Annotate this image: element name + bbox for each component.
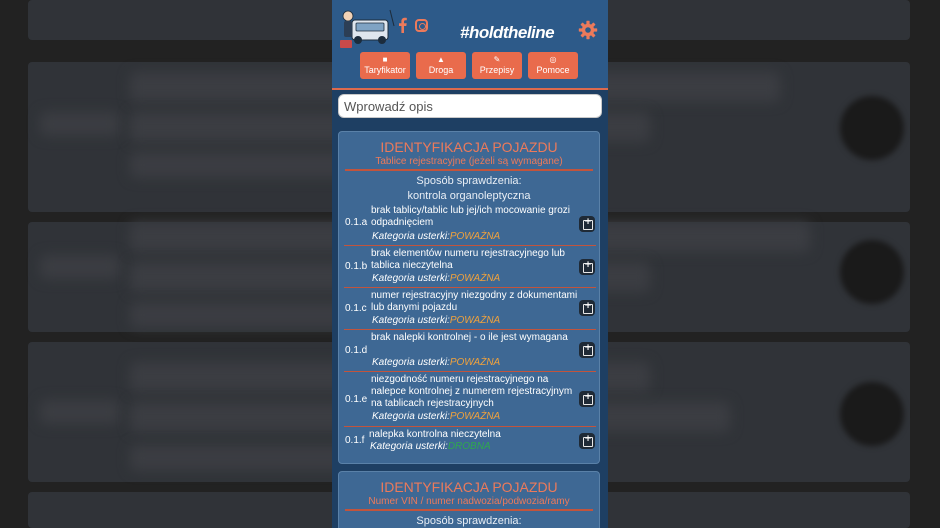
nav-pomoce-button[interactable]: ◎ Pomoce <box>528 52 578 79</box>
defect-category: Kategoria usterki:DROBNA <box>370 441 491 452</box>
severity-value: POWAŻNA <box>449 357 501 368</box>
section-card: IDENTYFIKACJA POJAZDU Tablice rejestracy… <box>338 131 600 464</box>
category-label: Kategoria usterki: <box>372 357 450 368</box>
app-panel: #holdtheline ■ Taryfikator ▲ Droga ✎ Prz… <box>332 0 608 528</box>
method-label: Sposób sprawdzenia: <box>416 175 522 187</box>
defect-category: Kategoria usterki:POWAŻNA <box>372 411 500 422</box>
section-subtitle: Numer VIN / numer nadwozia/podwozia/ramy <box>368 496 570 507</box>
category-label: Kategoria usterki: <box>372 231 450 242</box>
severity-value: POWAŻNA <box>449 315 501 326</box>
defect-code: 0.1.b <box>345 261 368 272</box>
section-title: IDENTYFIKACJA POJAZDU <box>380 139 558 155</box>
add-defect-button[interactable] <box>579 342 595 358</box>
add-defect-button[interactable] <box>579 216 595 232</box>
lifebuoy-icon: ◎ <box>549 55 557 64</box>
instagram-icon[interactable] <box>415 19 428 32</box>
section-title: IDENTYFIKACJA POJAZDU <box>380 479 558 495</box>
gear-icon[interactable] <box>578 20 598 40</box>
method-label: Sposób sprawdzenia: <box>416 515 522 527</box>
hashtag-title: #holdtheline <box>460 23 555 42</box>
divider <box>345 169 593 171</box>
section-card: IDENTYFIKACJA POJAZDU Numer VIN / numer … <box>338 471 600 528</box>
divider <box>345 509 593 511</box>
defect-category: Kategoria usterki:POWAŻNA <box>372 315 500 326</box>
defect-description: niezgodność numeru rejestracyjnego na na… <box>371 374 573 409</box>
briefcase-icon: ■ <box>382 55 388 64</box>
defect-item: 0.1.b brak elementów numeru rejestracyjn… <box>344 246 596 288</box>
defect-item: 0.1.e niezgodność numeru rejestracyjnego… <box>344 372 596 427</box>
category-label: Kategoria usterki: <box>372 411 450 422</box>
defect-category: Kategoria usterki:POWAŻNA <box>372 231 500 242</box>
defect-code: 0.1.d <box>345 345 368 356</box>
defect-item: 0.1.c numer rejestracyjny niezgodny z do… <box>344 288 596 330</box>
road-icon: ▲ <box>437 55 445 64</box>
nav-droga-button[interactable]: ▲ Droga <box>416 52 466 79</box>
defect-code: 0.1.f <box>345 435 365 446</box>
nav-taryfikator-button[interactable]: ■ Taryfikator <box>360 52 410 79</box>
defect-code: 0.1.c <box>345 303 367 314</box>
defect-description: numer rejestracyjny niezgodny z dokument… <box>371 290 578 313</box>
defect-item: 0.1.a brak tablicy/tablic lub jej/ich mo… <box>344 204 596 246</box>
search-box <box>338 94 602 118</box>
inspector-logo <box>340 9 395 48</box>
nav-label: Pomoce <box>536 65 570 75</box>
defect-category: Kategoria usterki:POWAŻNA <box>372 273 500 284</box>
nav-przepisy-button[interactable]: ✎ Przepisy <box>472 52 522 79</box>
add-defect-button[interactable] <box>579 300 595 316</box>
defect-description: brak tablicy/tablic lub jej/ich mocowani… <box>371 205 570 228</box>
add-defect-button[interactable] <box>579 391 595 407</box>
nav-label: Przepisy <box>479 65 515 75</box>
severity-value: DROBNA <box>447 441 491 452</box>
defect-category: Kategoria usterki:POWAŻNA <box>372 357 500 368</box>
add-defect-button[interactable] <box>579 433 595 449</box>
nav-label: Droga <box>428 65 454 75</box>
facebook-icon[interactable] <box>398 17 407 33</box>
nav-buttons: ■ Taryfikator ▲ Droga ✎ Przepisy ◎ Pomoc… <box>360 52 578 79</box>
defect-description: brak elementów numeru rejestracyjnego lu… <box>371 248 565 271</box>
app-header: #holdtheline ■ Taryfikator ▲ Droga ✎ Prz… <box>332 0 608 90</box>
section-subtitle: Tablice rejestracyjne (jeżeli są wymagan… <box>375 156 563 167</box>
severity-value: POWAŻNA <box>449 411 501 422</box>
search-input[interactable] <box>339 95 601 117</box>
defect-code: 0.1.e <box>345 394 368 405</box>
defect-description: nalepka kontrolna nieczytelna <box>369 429 501 440</box>
defect-description: brak nalepki kontrolnej - o ile jest wym… <box>371 332 568 343</box>
add-defect-button[interactable] <box>579 259 595 275</box>
gavel-icon: ✎ <box>493 55 501 64</box>
defect-item: 0.1.f nalepka kontrolna nieczytelna Kate… <box>344 427 596 457</box>
severity-value: POWAŻNA <box>449 273 501 284</box>
severity-value: POWAŻNA <box>449 231 501 242</box>
nav-label: Taryfikator <box>364 65 406 75</box>
social-links <box>398 17 428 33</box>
category-label: Kategoria usterki: <box>372 315 450 326</box>
defect-item: 0.1.d brak nalepki kontrolnej - o ile je… <box>344 330 596 372</box>
category-label: Kategoria usterki: <box>372 273 450 284</box>
method-value: kontrola organoleptyczna <box>407 190 531 202</box>
category-label: Kategoria usterki: <box>370 441 448 452</box>
defect-code: 0.1.a <box>345 217 368 228</box>
